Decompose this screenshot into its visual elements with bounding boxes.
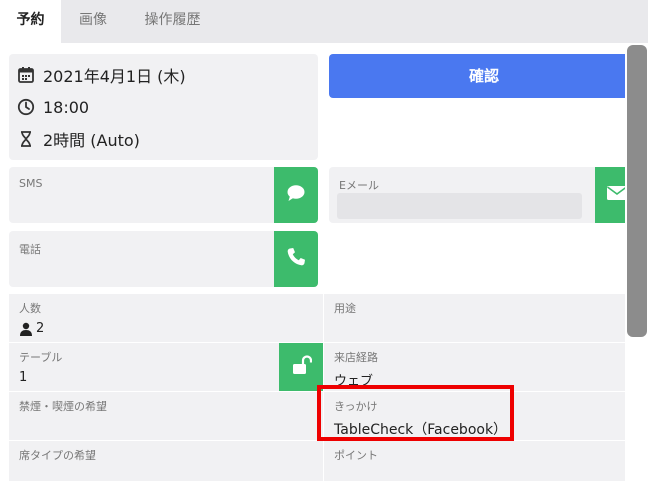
- duration-row[interactable]: 2時間 (Auto): [17, 126, 140, 152]
- tab-history[interactable]: 操作履歴: [125, 0, 220, 43]
- phone-icon: [285, 246, 307, 272]
- table-label: テーブル: [19, 351, 63, 364]
- reservation-summary: 2021年4月1日 (木) 18:00 2時間 (Auto): [9, 54, 318, 160]
- seat-type-field[interactable]: 席タイプの希望: [9, 441, 323, 489]
- sms-label: SMS: [19, 177, 43, 190]
- purpose-label: 用途: [334, 302, 356, 315]
- calendar-icon: [17, 66, 35, 84]
- sms-button[interactable]: [274, 167, 318, 223]
- phone-button[interactable]: [274, 231, 318, 287]
- date-row[interactable]: 2021年4月1日 (木): [17, 62, 186, 88]
- sms-field[interactable]: SMS: [9, 167, 318, 223]
- person-icon: [19, 322, 33, 336]
- points-label: ポイント: [334, 449, 378, 462]
- points-field[interactable]: ポイント: [324, 441, 639, 489]
- reservation-date: 2021年4月1日 (木): [43, 67, 186, 86]
- hourglass-icon: [17, 130, 35, 148]
- table-lock-button[interactable]: [279, 343, 323, 391]
- channel-field[interactable]: 来店経路 ウェブ: [324, 343, 639, 391]
- time-row[interactable]: 18:00: [17, 94, 89, 120]
- scrollbar-thumb[interactable]: [627, 45, 647, 337]
- party-size-value: 2: [36, 321, 45, 336]
- phone-label: 電話: [19, 243, 41, 256]
- email-field[interactable]: Eメール: [329, 167, 639, 223]
- reservation-duration: 2時間 (Auto): [43, 131, 140, 150]
- email-label: Eメール: [339, 179, 379, 192]
- channel-label: 来店経路: [334, 351, 378, 364]
- tab-images[interactable]: 画像: [61, 0, 125, 43]
- chat-bubble-icon: [285, 182, 307, 208]
- reservation-time: 18:00: [43, 97, 90, 117]
- smoking-preference-field[interactable]: 禁煙・喫煙の希望: [9, 392, 323, 440]
- seat-type-label: 席タイプの希望: [19, 449, 96, 462]
- smoking-preference-label: 禁煙・喫煙の希望: [19, 400, 107, 413]
- tab-bar: 予約 画像 操作履歴: [0, 0, 648, 43]
- table-field[interactable]: テーブル 1: [9, 343, 323, 391]
- confirm-button[interactable]: 確認: [329, 54, 639, 98]
- clock-icon: [17, 98, 35, 116]
- tab-reservation[interactable]: 予約: [0, 0, 61, 43]
- party-size-value-wrap: 2: [19, 321, 44, 336]
- unlock-icon: [290, 354, 313, 380]
- party-size-label: 人数: [19, 302, 41, 315]
- party-size-field[interactable]: 人数 2: [9, 294, 323, 342]
- highlight-box: [317, 385, 514, 441]
- email-value-redacted: [337, 193, 582, 219]
- table-value: 1: [19, 370, 28, 385]
- purpose-field[interactable]: 用途: [324, 294, 639, 342]
- phone-field[interactable]: 電話: [9, 231, 318, 287]
